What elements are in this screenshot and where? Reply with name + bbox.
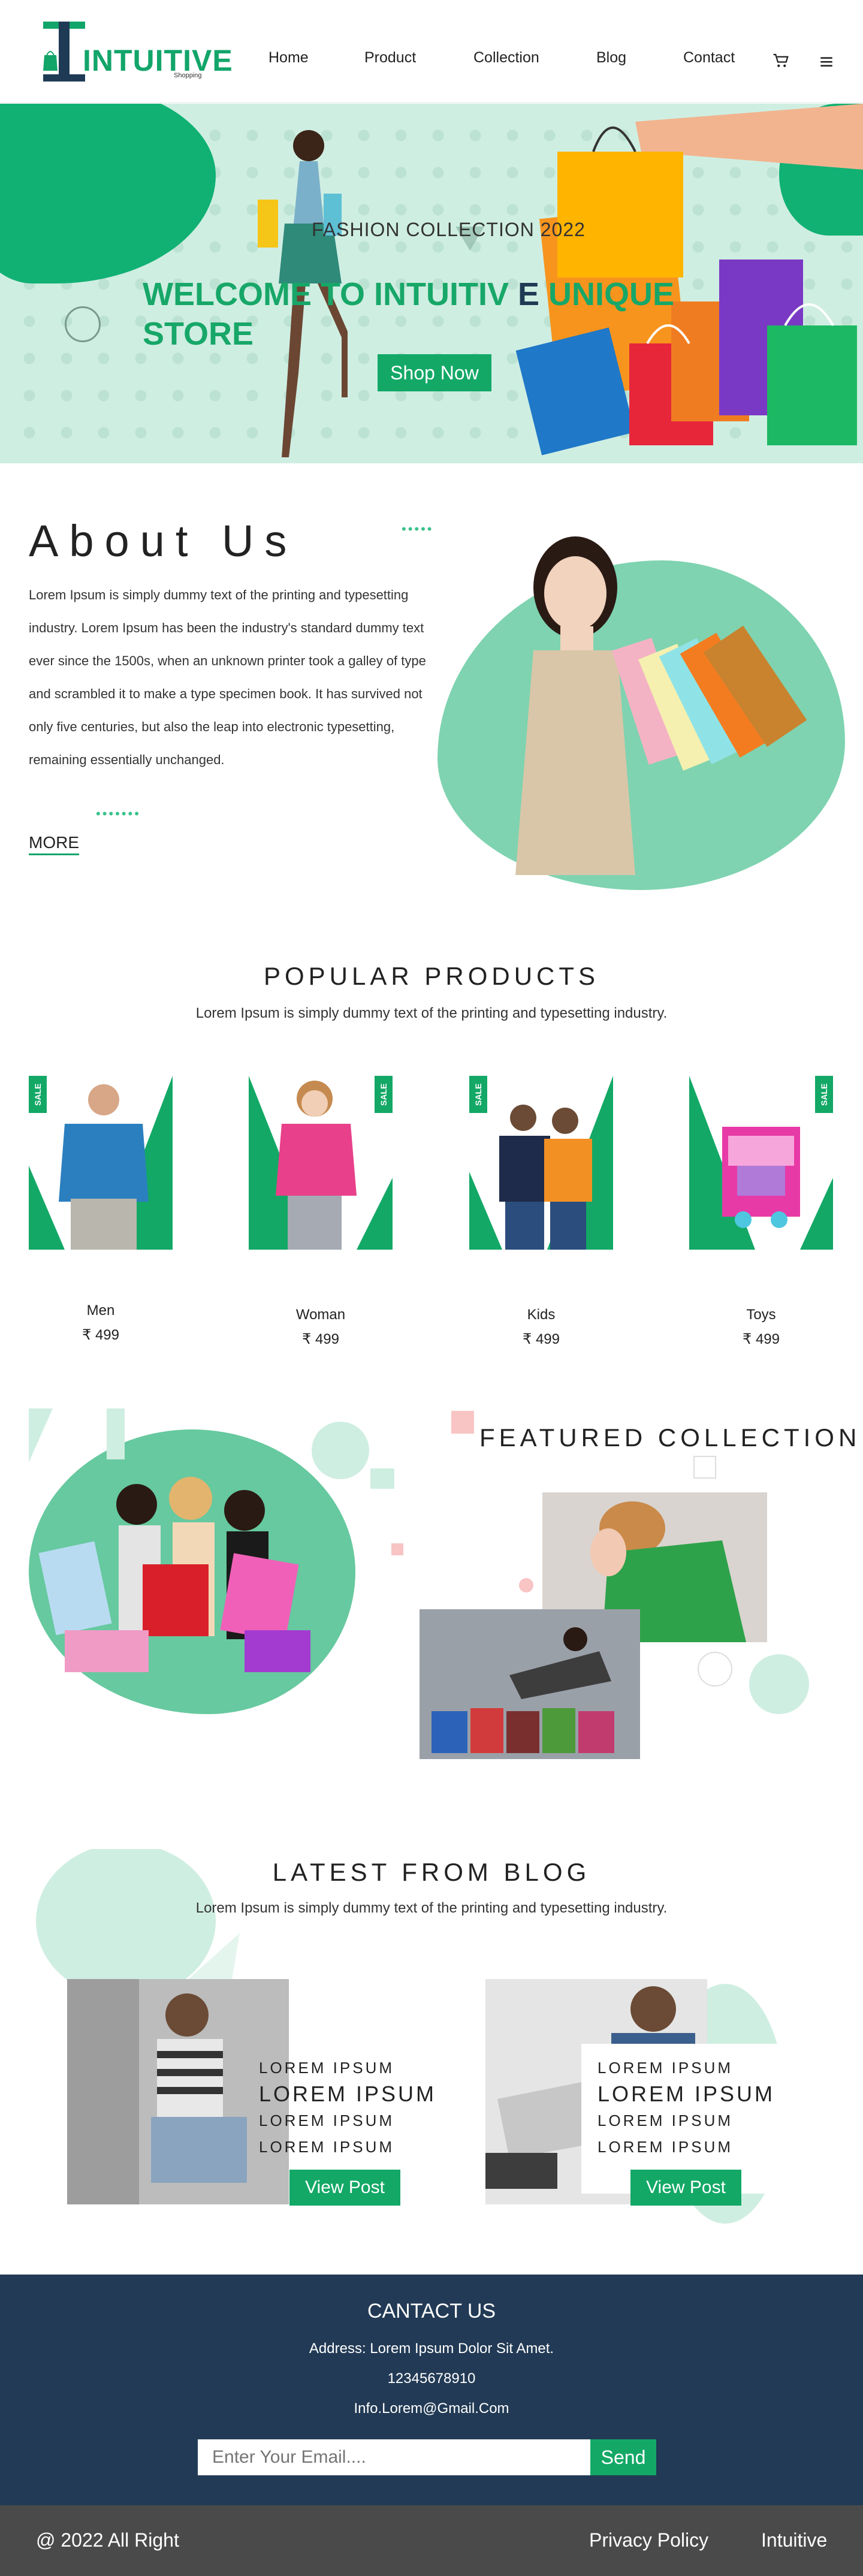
hero-title: WELCOME TO INTUITIV E UNIQUE STORE <box>143 275 682 354</box>
contact-email: Info.Lorem@Gmail.Com <box>354 2400 509 2417</box>
product-card-men[interactable]: SALE <box>29 1076 173 1250</box>
sale-badge: SALE <box>29 1076 47 1113</box>
featured-women-image <box>38 1477 310 1672</box>
about-woman-image <box>515 536 807 875</box>
blog-post-text: LOREM IPSUM LOREM IPSUM LOREM IPSUM LORE… <box>259 2055 436 2160</box>
blog-post-heading: LOREM IPSUM <box>259 2082 437 2106</box>
product-card-woman[interactable]: SALE <box>249 1076 393 1250</box>
site-header: INTUITIVE Shopping Home Product Collecti… <box>0 0 863 103</box>
blog-post-line: LOREM IPSUM <box>598 2112 734 2129</box>
popular-subtitle: Lorem Ipsum is simply dummy text of the … <box>195 1005 668 1021</box>
product-name: Men <box>86 1302 115 1319</box>
product-name: Woman <box>295 1307 346 1323</box>
logo-mark-icon <box>43 22 85 82</box>
sale-badge: SALE <box>815 1076 833 1113</box>
footer-brand-link[interactable]: Intuitive <box>761 2529 827 2551</box>
deco-dots: ••••••• <box>96 806 141 821</box>
contact-section: CANTACT US Address: Lorem Ipsum Dolor Si… <box>0 2275 863 2505</box>
blog-post-line: LOREM IPSUM <box>259 2112 395 2129</box>
product-image <box>29 1076 173 1250</box>
product-price: ₹ 499 <box>302 1331 339 1347</box>
blog-post-image <box>67 1979 289 2204</box>
product-name: Kids <box>527 1307 556 1323</box>
product-image <box>469 1076 613 1250</box>
email-input[interactable] <box>198 2439 590 2475</box>
contact-phone: 12345678910 <box>387 2370 476 2387</box>
blog-post-line: LOREM IPSUM <box>598 2138 734 2156</box>
product-image <box>249 1076 393 1250</box>
cart-icon[interactable] <box>772 52 790 70</box>
about-more-link[interactable]: MORE <box>29 833 79 855</box>
hero-ring-shape <box>65 306 101 342</box>
product-price: ₹ 499 <box>743 1331 780 1347</box>
hero-title-part2: E <box>518 276 540 312</box>
featured-title: FEATURED COLLECTION <box>479 1423 861 1452</box>
blog-title: LATEST FROM BLOG <box>272 1858 591 1886</box>
hero-subtitle: FASHION COLLECTION 2022 <box>312 219 586 240</box>
blog-post-text: LOREM IPSUM LOREM IPSUM LOREM IPSUM LORE… <box>598 2055 775 2160</box>
nav-collection[interactable]: Collection <box>473 49 539 73</box>
view-post-button[interactable]: View Post <box>289 2170 400 2206</box>
nav-home[interactable]: Home <box>268 49 309 73</box>
blog-post-line: LOREM IPSUM <box>259 2059 395 2077</box>
blog-post-line: LOREM IPSUM <box>598 2059 734 2077</box>
nav-contact[interactable]: Contact <box>683 49 735 73</box>
popular-title: POPULAR PRODUCTS <box>263 962 600 990</box>
product-price: ₹ 499 <box>82 1327 119 1343</box>
hero-title-line2: STORE <box>143 316 254 352</box>
hero-title-part1: WELCOME TO INTUITIV <box>143 276 509 312</box>
product-card-toys[interactable]: SALE <box>689 1076 833 1250</box>
hamburger-icon[interactable] <box>819 54 834 70</box>
about-title: About Us <box>29 516 298 566</box>
product-image <box>689 1076 833 1250</box>
hero-banner: FASHION COLLECTION 2022 WELCOME TO INTUI… <box>0 104 863 463</box>
brand-name: INTUITIVE <box>83 44 233 77</box>
blog-subtitle: Lorem Ipsum is simply dummy text of the … <box>195 1900 668 1916</box>
site-footer: @ 2022 All Right Privacy Policy Intuitiv… <box>0 2505 863 2576</box>
send-button[interactable]: Send <box>590 2439 656 2475</box>
hero-title-part3: UNIQUE <box>548 276 675 312</box>
product-price: ₹ 499 <box>523 1331 560 1347</box>
sale-badge: SALE <box>469 1076 487 1113</box>
page: INTUITIVE Shopping Home Product Collecti… <box>0 0 863 2576</box>
contact-address: Address: Lorem Ipsum Dolor Sit Amet. <box>309 2340 554 2357</box>
shop-now-button[interactable]: Shop Now <box>378 354 491 391</box>
brand-tagline: Shopping <box>174 72 202 79</box>
nav-blog[interactable]: Blog <box>596 49 626 73</box>
nav-product[interactable]: Product <box>364 49 416 73</box>
featured-image-handbags <box>420 1609 640 1759</box>
product-card-kids[interactable]: SALE <box>469 1076 613 1250</box>
privacy-policy-link[interactable]: Privacy Policy <box>589 2529 708 2551</box>
brand-logo[interactable]: INTUITIVE Shopping <box>30 19 233 85</box>
deco-dots: ••••• <box>402 521 434 536</box>
sale-badge: SALE <box>375 1076 393 1113</box>
view-post-button[interactable]: View Post <box>630 2170 741 2206</box>
blog-post-heading: LOREM IPSUM <box>598 2082 776 2106</box>
about-text: Lorem Ipsum is simply dummy text of the … <box>29 587 426 767</box>
product-name: Toys <box>746 1307 776 1323</box>
blog-post-line: LOREM IPSUM <box>259 2138 395 2156</box>
footer-copyright: @ 2022 All Right <box>36 2529 179 2551</box>
contact-title: CANTACT US <box>367 2300 496 2322</box>
